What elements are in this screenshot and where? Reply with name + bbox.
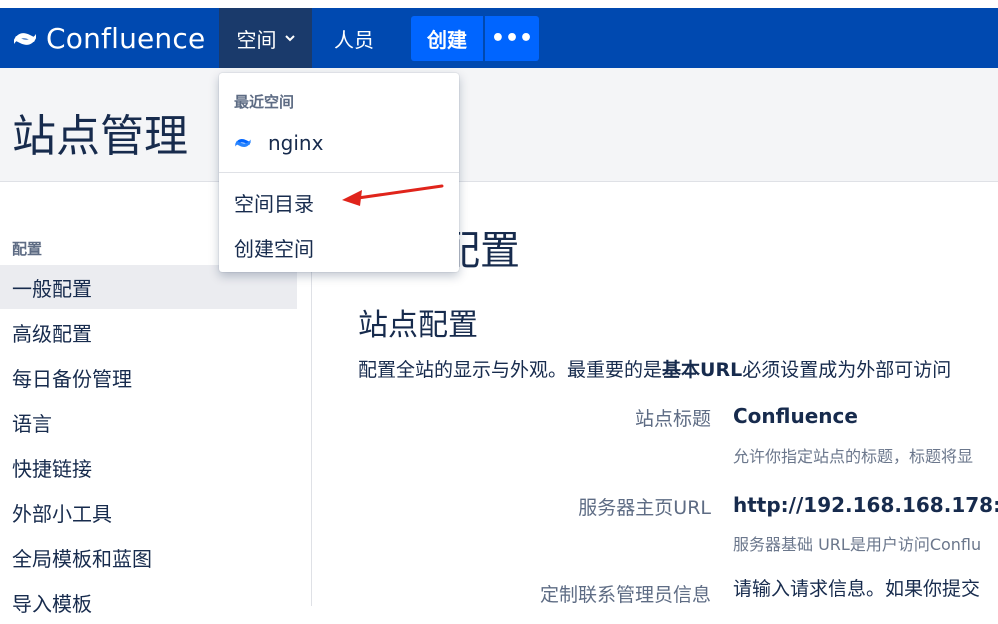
field-label-site-title: 站点标题 (634, 408, 711, 430)
sidebar-item-label: 高级配置 (12, 321, 92, 346)
top-navigation-bar: Confluence 空间 人员 创建 ••• (0, 0, 998, 68)
spaces-dropdown-menu: 最近空间 nginx 空间目录 创建空间 (219, 73, 459, 272)
sidebar-heading-configuration: 配置 (12, 240, 43, 258)
dropdown-item-create-space[interactable]: 创建空间 (234, 233, 314, 262)
field-value-site-title: Confluence (733, 404, 858, 428)
page-title: 站点管理 (12, 111, 188, 162)
create-button[interactable]: 创建 (411, 16, 483, 61)
sidebar-item-advanced-configuration[interactable]: 高级配置 (0, 310, 297, 354)
section-description: 配置全站的显示与外观。最重要的是基本URL必须设置成为外部可访问 (358, 355, 998, 382)
description-text-start: 配置全站的显示与外观。最重要的是 (358, 359, 663, 381)
more-icon: ••• (490, 26, 534, 51)
sidebar-item-label: 全局模板和蓝图 (12, 546, 152, 571)
dropdown-heading-recent-spaces: 最近空间 (234, 93, 295, 111)
sidebar-item-global-templates[interactable]: 全局模板和蓝图 (0, 535, 297, 579)
description-text-end: 必须设置成为外部可访问 (742, 359, 952, 381)
description-bold-base-url: 基本URL (662, 359, 743, 381)
nav-people-link[interactable]: 人员 (318, 8, 390, 68)
sidebar-item-label: 语言 (12, 411, 52, 436)
sidebar-item-label: 外部小工具 (12, 501, 112, 526)
field-hint-server-base-url: 服务器基础 URL是用户访问Conflu (733, 535, 982, 554)
sidebar-item-label: 每日备份管理 (12, 366, 132, 391)
space-icon (235, 138, 251, 148)
annotation-arrow-icon (342, 184, 444, 206)
dropdown-divider (219, 172, 459, 173)
sidebar-item-daily-backup[interactable]: 每日备份管理 (0, 355, 297, 399)
field-value-contact-admin: 请输入请求信息。如果你提交 (733, 578, 981, 600)
nav-spaces-label: 空间 (236, 27, 277, 52)
more-options-button[interactable]: ••• (485, 16, 539, 61)
sidebar-item-shortcut-links[interactable]: 快捷链接 (0, 445, 297, 489)
section-title-site-configuration: 站点配置 (358, 308, 478, 343)
confluence-logo[interactable]: Confluence (12, 22, 205, 55)
sidebar-item-import-templates[interactable]: 导入模板 (0, 580, 297, 624)
field-hint-site-title: 允许你指定站点的标题，标题将显 (733, 447, 974, 466)
dropdown-item-space-directory[interactable]: 空间目录 (234, 188, 314, 217)
dropdown-item-recent-space[interactable]: nginx (234, 131, 323, 155)
recent-space-label: nginx (268, 131, 324, 155)
field-value-server-base-url: http://192.168.168.178:505 (733, 493, 998, 517)
sidebar-item-label: 快捷链接 (12, 456, 92, 481)
field-label-server-base-url: 服务器主页URL (578, 497, 711, 519)
nav-spaces-menu[interactable]: 空间 (219, 8, 312, 68)
brand-name: Confluence (46, 22, 206, 55)
sidebar-item-external-gadgets[interactable]: 外部小工具 (0, 490, 297, 534)
sidebar-item-languages[interactable]: 语言 (0, 400, 297, 444)
field-label-contact-admin: 定制联系管理员信息 (539, 584, 711, 606)
confluence-logo-icon (14, 32, 36, 45)
sidebar-item-label: 导入模板 (12, 591, 92, 616)
sidebar-item-label: 一般配置 (12, 276, 92, 301)
chevron-down-icon (284, 35, 295, 42)
